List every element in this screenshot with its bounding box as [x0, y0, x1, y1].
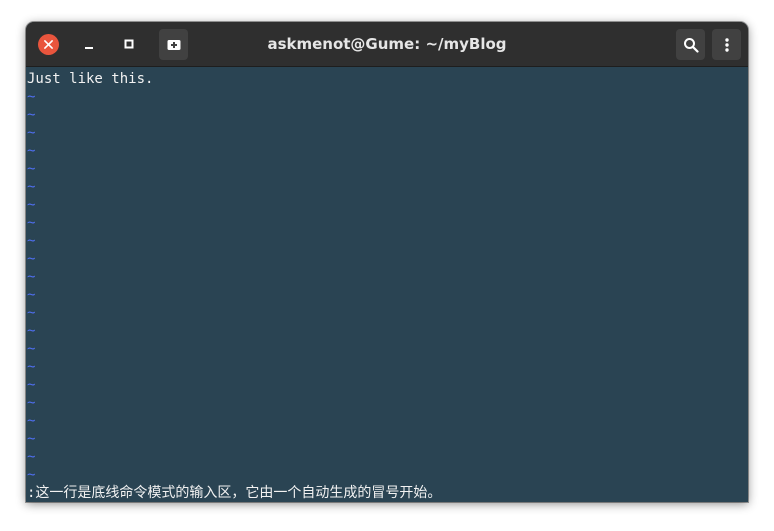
- empty-line-tilde: ~: [27, 251, 36, 267]
- empty-line-tilde: ~: [27, 395, 36, 411]
- empty-line-tilde: ~: [27, 107, 36, 123]
- empty-line-tilde: ~: [27, 287, 36, 303]
- empty-line-tilde: ~: [27, 179, 36, 195]
- titlebar[interactable]: askmenot@Gume: ~/myBlog: [26, 22, 748, 67]
- maximize-icon: [124, 39, 134, 49]
- empty-line-tilde: ~: [27, 323, 36, 339]
- empty-line-tilde: ~: [27, 89, 36, 105]
- terminal-window: askmenot@Gume: ~/myBlog Just like this. …: [26, 22, 748, 502]
- empty-line-tilde: ~: [27, 269, 36, 285]
- empty-line-tilde: ~: [27, 467, 36, 483]
- empty-line-tilde: ~: [27, 305, 36, 321]
- minimize-button[interactable]: [79, 34, 99, 54]
- command-line[interactable]: :这一行是底线命令模式的输入区，它由一个自动生成的冒号开始。: [27, 484, 441, 502]
- close-button[interactable]: [38, 34, 59, 55]
- empty-line-tilde: ~: [27, 233, 36, 249]
- empty-line-tilde: ~: [27, 143, 36, 159]
- new-tab-icon: [167, 39, 180, 50]
- empty-line-tilde: ~: [27, 197, 36, 213]
- empty-line-tilde: ~: [27, 341, 36, 357]
- buffer-line: Just like this.: [27, 71, 154, 87]
- empty-line-tilde: ~: [27, 125, 36, 141]
- search-icon: [683, 37, 699, 53]
- kebab-menu-icon: [724, 37, 729, 52]
- new-tab-button[interactable]: [159, 29, 188, 60]
- empty-line-tilde: ~: [27, 431, 36, 447]
- menu-button[interactable]: [712, 29, 741, 60]
- terminal-content[interactable]: Just like this. :这一行是底线命令模式的输入区，它由一个自动生成…: [26, 68, 748, 502]
- search-button[interactable]: [676, 29, 705, 60]
- empty-line-tilde: ~: [27, 215, 36, 231]
- close-icon: [44, 40, 53, 49]
- empty-line-tilde: ~: [27, 161, 36, 177]
- empty-line-tilde: ~: [27, 449, 36, 465]
- empty-line-tilde: ~: [27, 413, 36, 429]
- maximize-button[interactable]: [119, 34, 139, 54]
- empty-line-tilde: ~: [27, 377, 36, 393]
- minimize-icon: [85, 47, 93, 49]
- empty-line-tilde: ~: [27, 359, 36, 375]
